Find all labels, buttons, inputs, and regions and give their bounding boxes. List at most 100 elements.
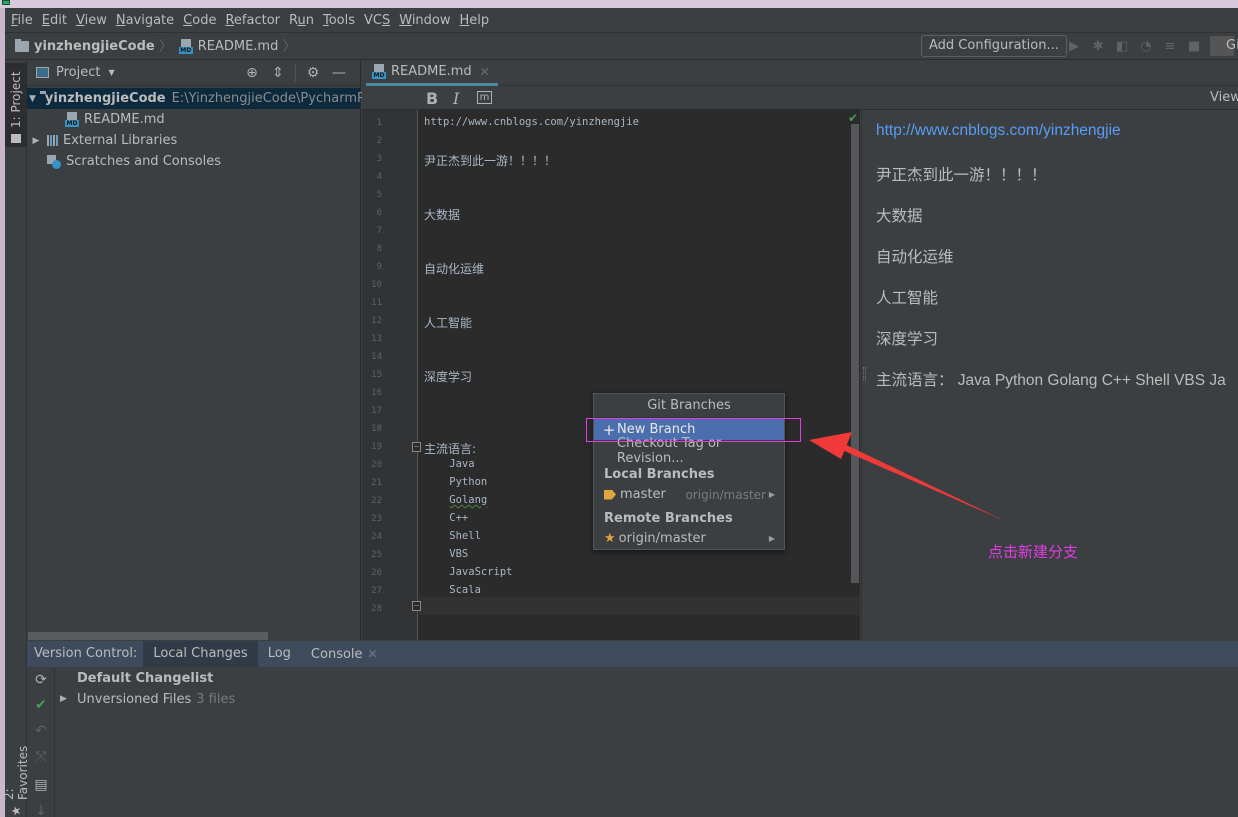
profile-icon[interactable]: ◔ — [1134, 36, 1158, 56]
tree-item-external-libraries[interactable]: ▶ External Libraries — [27, 130, 360, 151]
menu-window[interactable]: Window — [399, 13, 450, 28]
menu-run[interactable]: Run — [289, 13, 314, 28]
menu-navigate[interactable]: Navigate — [116, 13, 174, 28]
code-line: http://www.cnblogs.com/yinzhengjie — [424, 116, 639, 128]
code-line: Scala — [424, 584, 481, 596]
commit-icon[interactable]: ✔ — [33, 697, 49, 713]
monospace-button[interactable]: m — [477, 91, 492, 104]
default-changelist[interactable]: Default Changelist — [77, 671, 213, 686]
project-view-selector[interactable]: Project — [56, 65, 100, 80]
spellcheck-warning[interactable]: Golang — [449, 494, 487, 506]
refresh-icon[interactable]: ⟳ — [33, 672, 49, 688]
gear-icon[interactable]: ⚙ — [300, 65, 326, 81]
line-number-gutter: 1 2 3 4 5 6 7 8 9 10 11 12 13 14 15 16 17 18 19 20 21 22 23 24 2… — [362, 110, 418, 640]
menu-bar: File Edit View Navigate Code Refactor Run Tools… — [5, 8, 1238, 32]
menu-tools[interactable]: Tools — [323, 13, 355, 28]
star-icon: ★ — [9, 804, 23, 817]
version-control-toolbar: ⟳ ✔ ↶ ⤧ ▤ ↓ — [27, 667, 55, 817]
inspection-ok-icon[interactable]: ✔ — [848, 111, 858, 125]
preview-link[interactable]: http://www.cnblogs.com/yinzhengjie — [876, 122, 1121, 140]
tag-icon — [604, 489, 616, 500]
code-line: Python — [424, 476, 488, 488]
changelist-icon[interactable]: ▤ — [33, 777, 49, 793]
breadcrumb-separator: 〉 — [282, 39, 297, 55]
tree-item-project-root[interactable]: ▼ yinzhengjieCode E:\YinzhengjieCode\Pyc… — [27, 88, 381, 109]
code-line: C++ — [424, 512, 469, 524]
scratches-icon — [47, 154, 61, 169]
project-view-icon — [36, 67, 49, 78]
tree-item-label: External Libraries — [63, 133, 178, 148]
chevron-down-icon[interactable]: ▼ — [108, 68, 114, 77]
stop-icon[interactable]: ■ — [1182, 36, 1206, 56]
locate-icon[interactable]: ⊕ — [239, 65, 265, 81]
line-number: 19 — [371, 442, 382, 452]
project-panel: Project ▼ ⊕ ⇕ ⚙ — ▼ yinzhengjieCode E:\Y… — [27, 60, 381, 640]
tab-local-changes[interactable]: Local Changes — [143, 641, 258, 667]
code-line: 人工智能 — [424, 316, 473, 330]
git-label[interactable]: Git — [1226, 38, 1238, 53]
bold-button[interactable]: B — [426, 89, 438, 108]
breadcrumb-project[interactable]: yinzhengjieCode — [15, 38, 155, 54]
editor-tab-readme[interactable]: MD README.md ✕ — [366, 60, 498, 86]
checkout-tag-item[interactable]: Checkout Tag or Revision... — [594, 436, 784, 466]
menu-code[interactable]: Code — [183, 13, 216, 28]
italic-button[interactable]: I — [453, 89, 459, 108]
expand-arrow-icon[interactable]: ▶ — [29, 136, 43, 146]
tool-tab-favorites[interactable]: ★ 2: Favorites — [2, 738, 30, 817]
menu-file[interactable]: File — [11, 13, 33, 28]
hide-icon[interactable]: — — [326, 65, 352, 81]
line-number: 1 — [376, 118, 382, 128]
tab-log[interactable]: Log — [258, 641, 301, 667]
local-branch-item[interactable]: master origin/master ▶ — [594, 484, 784, 505]
horizontal-scrollbar[interactable] — [28, 632, 268, 640]
run-icon[interactable]: ▶ — [1062, 36, 1086, 56]
remote-branch-item[interactable]: ★ origin/master ▶ — [594, 528, 784, 549]
menu-view[interactable]: View — [76, 13, 107, 28]
unversioned-files[interactable]: Unversioned Files 3 files — [77, 692, 235, 707]
merge-icon[interactable]: ⤧ — [33, 749, 49, 765]
close-icon[interactable]: ✕ — [480, 65, 490, 79]
coverage-icon[interactable]: ◧ — [1110, 36, 1134, 56]
line-number: 26 — [371, 568, 382, 578]
rollback-icon[interactable]: ↶ — [33, 723, 49, 739]
line-number: 18 — [371, 424, 382, 434]
expand-arrow-icon[interactable]: ▶ — [60, 694, 67, 704]
line-number: 9 — [376, 262, 382, 272]
tool-tab-project[interactable]: 1: Project — [5, 63, 27, 147]
menu-vcs[interactable]: VCS — [364, 13, 390, 28]
line-number: 4 — [376, 172, 382, 182]
preview-paragraph: 人工智能 — [876, 290, 939, 307]
fold-marker-icon[interactable]: − — [412, 442, 421, 452]
line-number: 28 — [371, 604, 382, 614]
branch-name: master — [620, 487, 666, 502]
collapse-all-icon[interactable]: ⇕ — [265, 65, 291, 81]
tab-console[interactable]: Console ✕ — [301, 641, 388, 667]
splitter-handle[interactable] — [863, 367, 866, 381]
close-icon[interactable]: ✕ — [368, 647, 378, 661]
shelve-icon[interactable]: ↓ — [33, 803, 49, 817]
concurrency-icon[interactable]: ≡ — [1158, 36, 1182, 56]
line-number: 17 — [371, 406, 382, 416]
code-line: Golang — [424, 494, 487, 506]
line-number: 2 — [376, 136, 382, 146]
code-editor[interactable]: 1 2 3 4 5 6 7 8 9 10 11 12 13 14 15 16 17 18 19 20 21 22 23 24 2… — [362, 110, 860, 640]
add-configuration-button[interactable]: Add Configuration... — [921, 35, 1067, 57]
expand-arrow-icon[interactable]: ▼ — [29, 94, 36, 104]
view-button[interactable]: View — [1210, 90, 1238, 105]
fold-marker-icon[interactable]: − — [412, 601, 421, 611]
tree-item-scratches[interactable]: Scratches and Consoles — [27, 151, 360, 172]
menu-refactor[interactable]: Refactor — [225, 13, 280, 28]
preview-paragraph: 深度学习 — [876, 331, 939, 348]
menu-help[interactable]: Help — [460, 13, 490, 28]
debug-icon[interactable]: ✱ — [1086, 36, 1110, 56]
vertical-scrollbar[interactable] — [851, 124, 859, 583]
breadcrumb-file[interactable]: MD README.md — [178, 38, 278, 54]
line-number: 22 — [371, 496, 382, 506]
line-number: 14 — [371, 352, 382, 362]
tree-item-readme[interactable]: MD README.md — [27, 109, 360, 130]
menu-edit[interactable]: Edit — [42, 13, 67, 28]
libraries-icon — [47, 135, 58, 146]
preview-paragraph: 主流语言： Java Python Golang C++ Shell VBS J… — [876, 372, 1226, 389]
line-number: 27 — [371, 586, 382, 596]
line-number: 7 — [376, 226, 382, 236]
